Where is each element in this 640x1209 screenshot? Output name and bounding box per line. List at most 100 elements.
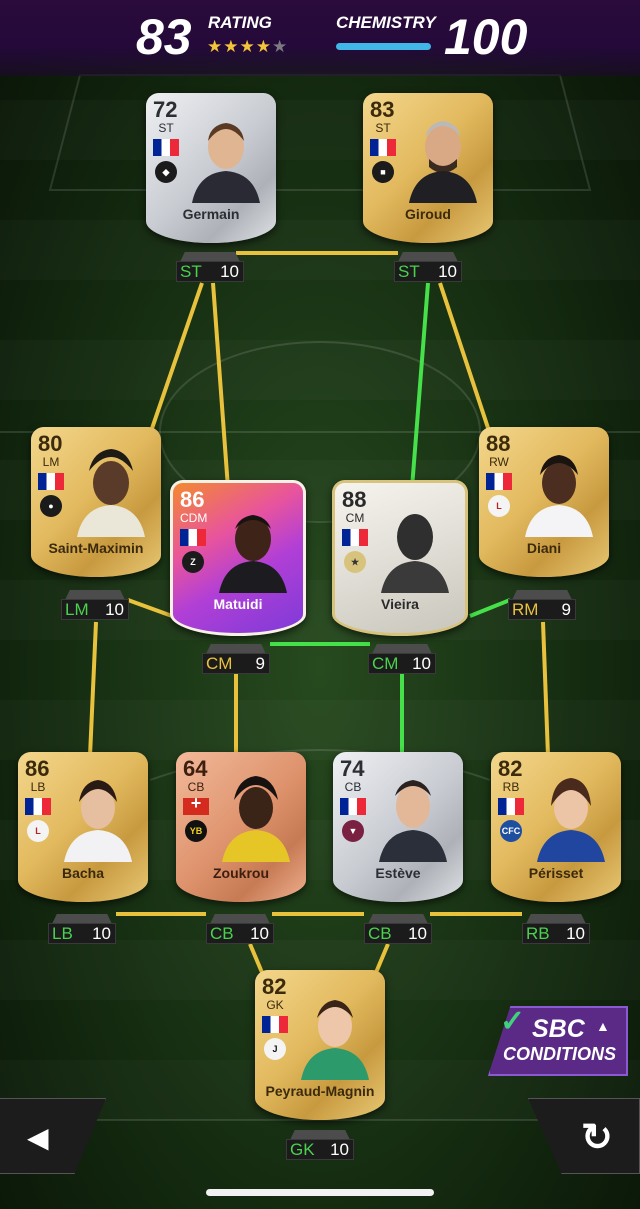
card-rating: 88 bbox=[486, 431, 511, 456]
player-card-perisset[interactable]: 82 RB CFC Périsset bbox=[491, 752, 621, 902]
club-crest-icon: ● bbox=[40, 495, 62, 517]
star-icon: ★ bbox=[255, 37, 272, 56]
player-portrait bbox=[301, 1000, 369, 1080]
switzerland-flag-icon bbox=[183, 793, 209, 815]
card-position: LM bbox=[42, 455, 60, 469]
player-card-peyraud-magnin[interactable]: 82 GK J Peyraud-Magnin bbox=[255, 970, 385, 1120]
card-position: RW bbox=[489, 455, 509, 469]
badge-position: LM bbox=[65, 600, 89, 619]
sbc-subtitle: CONDITIONS bbox=[503, 1044, 617, 1064]
star-icon: ★ bbox=[223, 37, 240, 56]
card-name: Périsset bbox=[528, 865, 584, 881]
club-crest-icon: ■ bbox=[372, 161, 394, 183]
card-position: ST bbox=[375, 121, 391, 135]
france-flag-icon bbox=[342, 529, 368, 546]
card-name: Giroud bbox=[405, 206, 451, 222]
club-crest-icon: Z bbox=[182, 551, 204, 573]
club-crest-icon: ▼ bbox=[342, 820, 364, 842]
player-card-saint-maximin[interactable]: 80 LM ● Saint-Maximin bbox=[31, 427, 161, 577]
france-flag-icon bbox=[498, 798, 524, 815]
position-badge-germain[interactable]: ST 10 bbox=[176, 252, 244, 282]
player-card-matuidi[interactable]: 86 CDM Z Matuidi bbox=[170, 480, 306, 636]
squad-header: 83 RATING ★★★★★ CHEMISTRY 100 bbox=[0, 0, 640, 76]
team-rating-value: 83 bbox=[136, 9, 192, 65]
card-position: CB bbox=[344, 780, 362, 794]
position-badge-esteve[interactable]: CB 10 bbox=[364, 914, 432, 944]
position-badge-matuidi[interactable]: CM 9 bbox=[202, 644, 270, 674]
player-card-bacha[interactable]: 86 LB L Bacha bbox=[18, 752, 148, 902]
france-flag-icon bbox=[153, 139, 179, 156]
icon-badge-icon: ★ bbox=[344, 551, 366, 573]
club-crest-icon: ◆ bbox=[155, 161, 177, 183]
card-position: LB bbox=[30, 780, 46, 794]
card-rating: 74 bbox=[340, 756, 365, 781]
player-card-giroud[interactable]: 83 ST ■ Giroud bbox=[363, 93, 493, 243]
france-flag-icon bbox=[25, 798, 51, 815]
squad-builder-screen: 83 RATING ★★★★★ CHEMISTRY 100 72 ST ◆ Ge… bbox=[0, 0, 640, 1209]
card-rating: 88 bbox=[342, 487, 367, 512]
position-badge-saint-maximin[interactable]: LM 10 bbox=[61, 590, 129, 620]
card-position: CB bbox=[187, 780, 205, 794]
position-badge-bacha[interactable]: LB 10 bbox=[48, 914, 116, 944]
badge-position: GK bbox=[290, 1140, 315, 1159]
player-portrait bbox=[379, 780, 447, 862]
card-name: Matuidi bbox=[213, 596, 263, 612]
card-name: Bacha bbox=[61, 865, 105, 881]
link-giroud-diani bbox=[438, 282, 494, 441]
card-rating: 64 bbox=[183, 756, 208, 781]
badge-chemistry: 10 bbox=[412, 654, 431, 673]
player-card-esteve[interactable]: 74 CB ▼ Estève bbox=[333, 752, 463, 902]
player-portrait bbox=[192, 123, 260, 203]
player-portrait bbox=[219, 515, 287, 593]
badge-chemistry: 10 bbox=[220, 262, 239, 281]
position-badge-diani[interactable]: RM 9 bbox=[508, 590, 576, 620]
player-portrait bbox=[409, 121, 477, 203]
badge-position: ST bbox=[398, 262, 420, 281]
club-crest-icon: L bbox=[488, 495, 510, 517]
position-badge-peyraud-magnin[interactable]: GK 10 bbox=[286, 1130, 354, 1160]
position-badge-giroud[interactable]: ST 10 bbox=[394, 252, 462, 282]
player-portrait bbox=[77, 449, 145, 537]
card-name: Germain bbox=[182, 206, 240, 222]
card-name: Vieira bbox=[381, 596, 419, 612]
sbc-conditions-button[interactable]: ✓ SBC ▲ CONDITIONS bbox=[488, 1005, 628, 1076]
club-crest-icon: YB bbox=[185, 820, 207, 842]
caret-up-icon: ▲ bbox=[596, 1018, 610, 1034]
chemistry-bar bbox=[336, 43, 431, 50]
link-germain-saint-maximin bbox=[146, 282, 204, 441]
card-name: Zoukrou bbox=[213, 865, 269, 881]
check-icon: ✓ bbox=[500, 1005, 526, 1038]
star-icon: ★ bbox=[239, 37, 256, 56]
france-flag-icon bbox=[340, 798, 366, 815]
card-name: Estève bbox=[375, 865, 421, 881]
position-badge-zoukrou[interactable]: CB 10 bbox=[206, 914, 274, 944]
club-crest-icon: J bbox=[264, 1038, 286, 1060]
player-portrait bbox=[525, 455, 593, 537]
player-portrait bbox=[381, 514, 449, 593]
position-badge-vieira[interactable]: CM 10 bbox=[368, 644, 436, 674]
card-name: Peyraud-Magnin bbox=[265, 1083, 375, 1099]
badge-chemistry: 9 bbox=[561, 600, 571, 619]
card-rating: 80 bbox=[38, 431, 63, 456]
chemistry-links bbox=[88, 251, 550, 983]
france-flag-icon bbox=[38, 473, 64, 490]
player-card-zoukrou[interactable]: 64 CB YB Zoukrou bbox=[176, 752, 306, 902]
player-card-germain[interactable]: 72 ST ◆ Germain bbox=[146, 93, 276, 243]
link-saint-maximin-matuidi bbox=[127, 598, 173, 618]
badge-position: RM bbox=[512, 600, 539, 619]
card-position: GK bbox=[266, 998, 284, 1012]
player-card-diani[interactable]: 88 RW L Diani bbox=[479, 427, 609, 577]
position-badge-perisset[interactable]: RB 10 bbox=[522, 914, 590, 944]
badge-position: CB bbox=[210, 924, 234, 943]
star-empty-icon: ★ bbox=[272, 37, 289, 56]
home-indicator[interactable] bbox=[206, 1189, 434, 1196]
player-card-vieira[interactable]: 88 CM ★ Vieira bbox=[332, 480, 468, 636]
badge-chemistry: 10 bbox=[566, 924, 585, 943]
france-flag-icon bbox=[262, 1016, 288, 1033]
card-rating: 82 bbox=[262, 974, 287, 999]
penalty-box-top bbox=[48, 74, 592, 191]
club-crest-icon: CFC bbox=[500, 820, 522, 842]
reset-icon: ↻ bbox=[581, 1117, 613, 1159]
link-germain-matuidi bbox=[211, 282, 230, 489]
card-rating: 82 bbox=[498, 756, 523, 781]
